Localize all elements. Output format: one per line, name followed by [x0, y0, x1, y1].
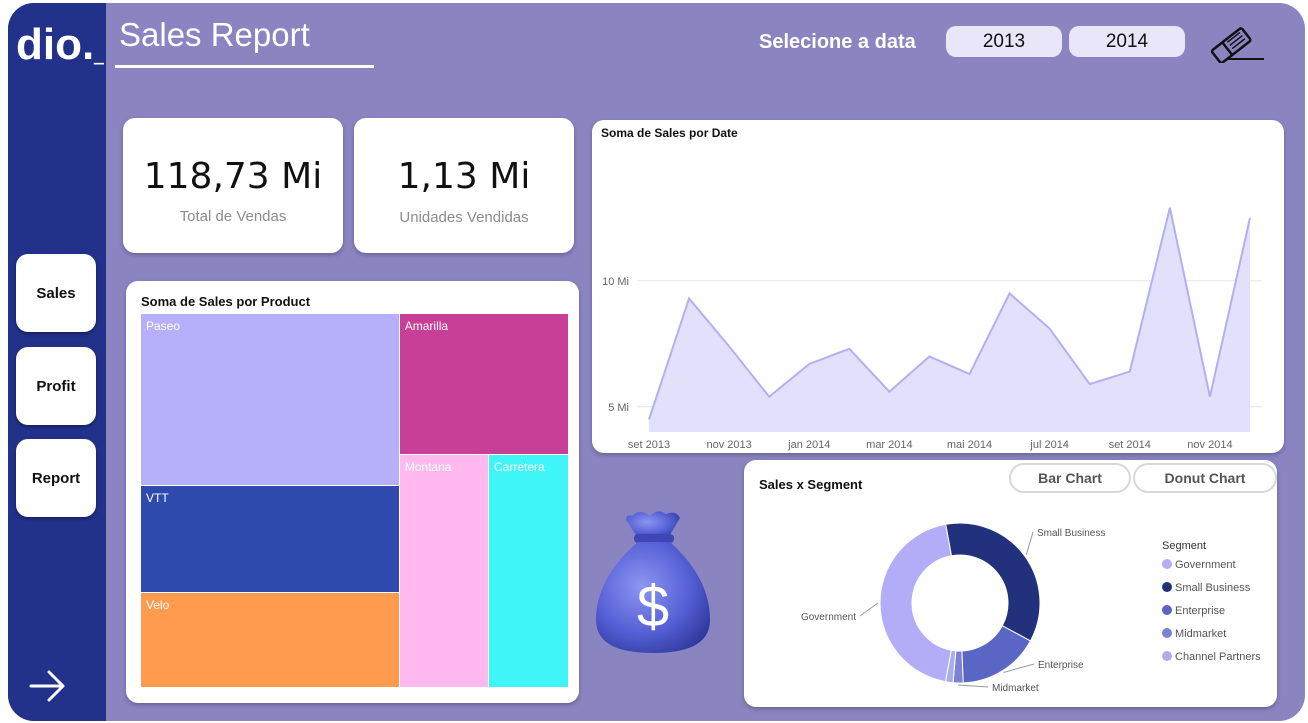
donut-slice-small-business[interactable] — [945, 522, 1041, 642]
data-point[interactable] — [1247, 215, 1253, 221]
kpi-value: 118,73 Mi — [143, 156, 323, 197]
treemap-tile-montana[interactable]: Montana — [399, 455, 488, 687]
legend-marker — [1162, 605, 1172, 615]
annotation-line — [1025, 531, 1034, 555]
x-tick-label: jul 2014 — [1029, 439, 1069, 451]
arrow-right-icon[interactable] — [28, 668, 68, 704]
eraser-icon[interactable] — [1206, 23, 1266, 63]
x-tick-label: jan 2014 — [787, 439, 830, 451]
line-chart-card: Soma de Sales por Date 5 Mi 10 Mi set 2013… — [592, 120, 1284, 453]
kpi-label: Unidades Vendidas — [399, 209, 529, 226]
sidebar-item-report[interactable]: Report — [16, 439, 96, 517]
year-button-2014[interactable]: 2014 — [1069, 26, 1185, 57]
legend-marker — [1162, 582, 1172, 592]
treemap-plot: Paseo VTT Velo Amarilla Montana Carretera — [141, 314, 569, 688]
data-point[interactable] — [646, 416, 652, 422]
legend-item[interactable]: Channel Partners — [1175, 651, 1261, 663]
legend-item[interactable]: Small Business — [1175, 582, 1251, 594]
treemap-tile-label: Velo — [146, 598, 170, 613]
legend-marker — [1162, 628, 1172, 638]
legend-item[interactable]: Enterprise — [1175, 605, 1225, 617]
y-tick-label: 5 Mi — [608, 402, 629, 414]
treemap-tile-label: Paseo — [146, 319, 181, 333]
data-point[interactable] — [846, 346, 852, 352]
donut-annotation: Midmarket — [992, 683, 1039, 694]
donut-annotation: Small Business — [1037, 528, 1105, 539]
donut-chart: Small Business Government Enterprise Midmar… — [801, 522, 1261, 694]
segment-chart-card: Sales x Segment Bar Chart Donut Chart Sm… — [744, 460, 1277, 707]
report-canvas: dio._ Sales Profit Report Sales Report S… — [8, 3, 1305, 721]
kpi-card-total-vendas: 118,73 Mi Total de Vendas — [123, 118, 343, 253]
money-bag-icon: $ — [596, 511, 710, 653]
sidebar-item-profit[interactable]: Profit — [16, 347, 96, 425]
treemap-title: Soma de Sales por Product — [141, 294, 311, 309]
data-point[interactable] — [1007, 290, 1013, 296]
treemap-tile-amarilla[interactable]: Amarilla — [399, 314, 568, 455]
x-tick-label: mai 2014 — [947, 439, 992, 451]
data-point[interactable] — [886, 389, 892, 395]
x-tick-label: nov 2014 — [1187, 439, 1232, 451]
data-point[interactable] — [967, 371, 973, 377]
area-fill — [649, 207, 1250, 432]
treemap-tile-carretera[interactable]: Carretera — [489, 455, 568, 687]
svg-text:$: $ — [637, 574, 669, 639]
line-chart: 5 Mi 10 Mi set 2013 nov 2013 jan 2014 mar 201… — [602, 205, 1262, 451]
date-filter-label: Selecione a data — [759, 31, 916, 53]
legend-marker — [1162, 559, 1172, 569]
donut-slice-government[interactable] — [879, 523, 952, 683]
y-tick-label: 10 Mi — [602, 276, 629, 288]
data-point[interactable] — [1087, 381, 1093, 387]
x-tick-label: nov 2013 — [707, 439, 752, 451]
legend-item[interactable]: Government — [1175, 559, 1236, 571]
donut-annotation: Government — [801, 612, 856, 623]
data-point[interactable] — [1207, 394, 1213, 400]
data-point[interactable] — [1167, 205, 1173, 211]
treemap-tile-paseo[interactable]: Paseo — [141, 314, 399, 486]
legend-marker — [1162, 651, 1172, 661]
treemap-tile-label: Carretera — [494, 460, 545, 475]
data-point[interactable] — [726, 343, 732, 349]
data-point[interactable] — [1127, 369, 1133, 375]
treemap-tile-label: VTT — [146, 491, 169, 506]
data-point[interactable] — [806, 361, 812, 367]
kpi-card-unidades-vendidas: 1,13 Mi Unidades Vendidas — [354, 118, 574, 253]
data-point[interactable] — [926, 353, 932, 359]
legend-title: Segment — [1162, 540, 1206, 552]
title-underline — [115, 65, 374, 68]
sidebar-item-sales[interactable]: Sales — [16, 254, 96, 332]
annotation-line — [958, 684, 989, 688]
data-point[interactable] — [686, 295, 692, 301]
treemap-tile-label: Montana — [404, 460, 452, 475]
x-tick-label: mar 2014 — [866, 439, 912, 451]
treemap-tile-label: Amarilla — [404, 319, 449, 333]
page-title: Sales Report — [119, 16, 310, 53]
data-point[interactable] — [1047, 326, 1053, 332]
data-point[interactable] — [766, 394, 772, 400]
kpi-value: 1,13 Mi — [397, 156, 531, 197]
kpi-label: Total de Vendas — [179, 208, 287, 225]
dio-logo: dio._ — [16, 21, 104, 67]
x-tick-label: set 2013 — [628, 439, 670, 451]
treemap-card: Soma de Sales por Product Paseo VTT Velo Am… — [126, 281, 579, 703]
legend-item[interactable]: Midmarket — [1175, 628, 1226, 640]
donut-annotation: Enterprise — [1038, 660, 1084, 671]
year-button-2013[interactable]: 2013 — [946, 26, 1062, 57]
annotation-line — [859, 602, 879, 617]
logo-text: dio._ — [16, 21, 104, 67]
sidebar: dio._ Sales Profit Report — [8, 3, 106, 721]
treemap-tile-vtt[interactable]: VTT — [141, 486, 399, 593]
x-tick-label: set 2014 — [1109, 439, 1151, 451]
treemap-tile-velo[interactable]: Velo — [141, 593, 399, 687]
